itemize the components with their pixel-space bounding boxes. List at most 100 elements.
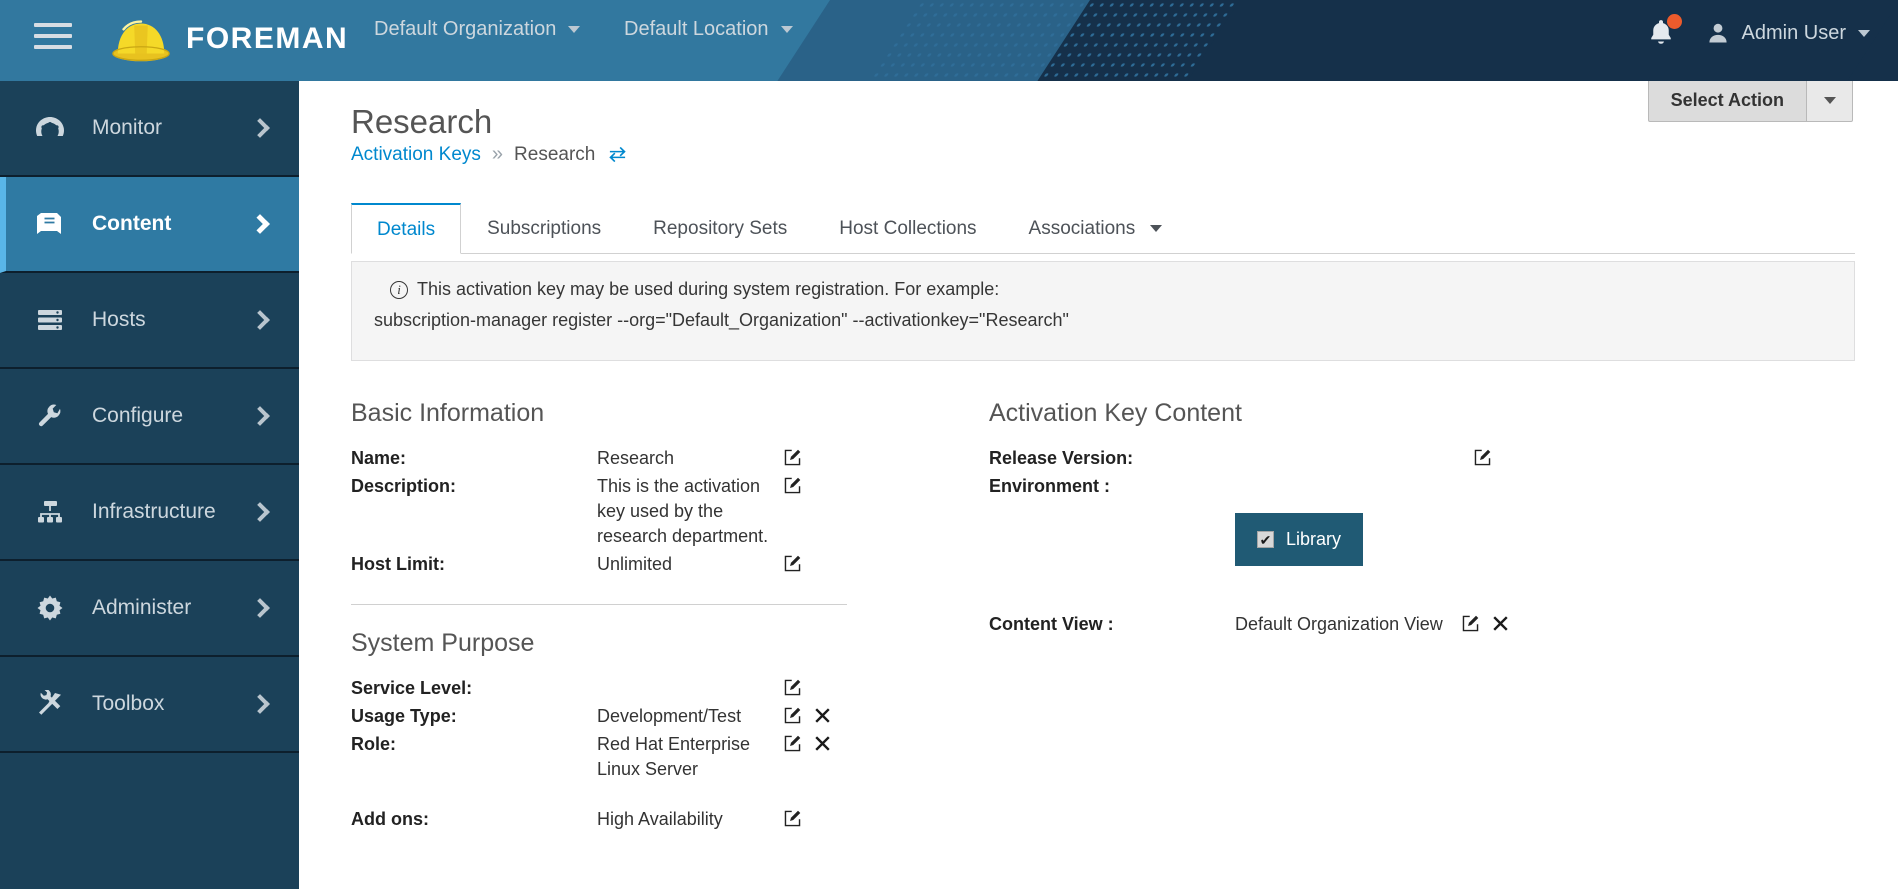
chevron-right-icon — [250, 310, 270, 330]
field-row-description: Description: This is the activation key … — [351, 474, 971, 549]
tab-associations[interactable]: Associations — [1003, 203, 1188, 254]
foreman-hardhat-logo-icon — [112, 20, 170, 62]
user-avatar-icon — [1708, 23, 1727, 43]
edit-pencil-icon[interactable] — [783, 448, 802, 467]
field-label: Content View : — [989, 614, 1114, 634]
field-label: Add ons: — [351, 809, 429, 829]
masthead-tools: Admin User — [1646, 14, 1870, 50]
chevron-right-icon — [250, 118, 270, 138]
field-value: Development/Test — [597, 706, 742, 726]
remove-x-icon[interactable] — [814, 735, 831, 752]
field-actions — [783, 732, 831, 753]
activation-key-content-heading: Activation Key Content — [989, 399, 1242, 427]
registration-info-alert: i This activation key may be used during… — [351, 261, 1855, 361]
field-label: Release Version: — [989, 448, 1134, 468]
section-divider — [351, 604, 847, 605]
chevron-down-icon — [568, 26, 581, 33]
edit-pencil-icon[interactable] — [783, 734, 802, 753]
sidebar-item-toolbox[interactable]: Toolbox — [0, 657, 299, 753]
location-switcher[interactable]: Default Location — [624, 18, 793, 41]
edit-pencil-icon[interactable] — [783, 476, 802, 495]
field-label: Usage Type: — [351, 706, 457, 726]
location-label: Default Location — [624, 18, 769, 40]
sidebar-item-label: Content — [92, 212, 172, 235]
exchange-icon[interactable] — [608, 145, 627, 164]
detail-tabs: Details Subscriptions Repository Sets Ho… — [351, 203, 1855, 254]
alert-text-line2: subscription-manager register --org="Def… — [374, 310, 1069, 330]
tab-host-collections[interactable]: Host Collections — [813, 203, 1002, 254]
chevron-down-icon — [780, 26, 793, 33]
breadcrumb-link-activation-keys[interactable]: Activation Keys — [351, 144, 481, 166]
field-row-content-view: Content View : Default Organization View — [989, 612, 1709, 637]
page-title: Research — [351, 103, 493, 141]
field-actions — [1473, 446, 1492, 467]
checkbox-checked-icon: ✔ — [1257, 531, 1274, 548]
remove-x-icon[interactable] — [1492, 615, 1509, 632]
select-action-button[interactable]: Select Action — [1647, 81, 1807, 122]
select-action-split-button: Select Action — [1647, 81, 1853, 122]
environment-path-selector: ✔ Library — [1235, 513, 1709, 566]
alert-text-line1: This activation key may be used during s… — [417, 279, 1000, 299]
field-row-release-version: Release Version: — [989, 446, 1709, 471]
edit-pencil-icon[interactable] — [783, 678, 802, 697]
hamburger-menu-icon[interactable] — [34, 23, 72, 53]
sidebar-item-infrastructure[interactable]: Infrastructure — [0, 465, 299, 561]
masthead: FOREMAN Default Organization Default Loc… — [0, 0, 1898, 81]
field-label: Name: — [351, 448, 407, 468]
edit-pencil-icon[interactable] — [1461, 614, 1480, 633]
breadcrumb: Activation Keys » Research — [351, 143, 627, 166]
chevron-down-icon — [1149, 225, 1162, 233]
wrench-icon — [30, 402, 70, 430]
field-value: Red Hat Enterprise Linux Server — [597, 734, 751, 779]
sidebar-item-label: Infrastructure — [92, 500, 216, 523]
field-row-role: Role: Red Hat Enterprise Linux Server — [351, 732, 971, 782]
book-icon — [30, 210, 70, 238]
main-content: Research Select Action Activation Keys »… — [299, 81, 1898, 889]
remove-x-icon[interactable] — [814, 707, 831, 724]
tab-repository-sets[interactable]: Repository Sets — [627, 203, 813, 254]
field-row-host-limit: Host Limit: Unlimited — [351, 552, 971, 577]
sidebar-item-administer[interactable]: Administer — [0, 561, 299, 657]
chevron-right-icon — [250, 502, 270, 522]
main-sidebar: Monitor Content Hosts Configure Infrastr… — [0, 81, 299, 889]
field-actions — [783, 446, 802, 467]
sidebar-item-content[interactable]: Content — [0, 177, 299, 273]
hamburger-bar — [34, 45, 72, 49]
user-name: Admin User — [1741, 21, 1846, 44]
environment-chip-library[interactable]: ✔ Library — [1235, 513, 1364, 566]
notifications-button[interactable] — [1646, 14, 1682, 50]
edit-pencil-icon[interactable] — [783, 554, 802, 573]
tab-label: Repository Sets — [653, 218, 788, 239]
edit-pencil-icon[interactable] — [783, 706, 802, 725]
field-actions — [783, 552, 802, 573]
sidebar-item-configure[interactable]: Configure — [0, 369, 299, 465]
tab-label: Host Collections — [839, 218, 977, 239]
tools-icon — [30, 690, 70, 718]
sidebar-item-hosts[interactable]: Hosts — [0, 273, 299, 369]
user-menu[interactable]: Admin User — [1706, 20, 1870, 46]
dashboard-icon — [30, 115, 70, 141]
field-row-service-level: Service Level: — [351, 676, 971, 701]
field-label: Environment : — [989, 476, 1111, 496]
organization-switcher[interactable]: Default Organization — [374, 18, 581, 41]
brand-name: FOREMAN — [186, 22, 349, 55]
tab-details[interactable]: Details — [351, 203, 462, 254]
brand-logo-link[interactable]: FOREMAN — [110, 8, 348, 70]
right-detail-column: Activation Key Content Release Version: … — [989, 399, 1709, 637]
chevron-right-icon — [250, 598, 270, 618]
field-value: Default Organization View — [1235, 614, 1443, 634]
sitemap-icon — [30, 498, 70, 526]
environment-chip-label: Library — [1286, 529, 1342, 549]
field-label: Host Limit: — [351, 554, 445, 574]
chevron-right-icon — [250, 214, 270, 234]
hamburger-bar — [34, 23, 72, 27]
select-action-dropdown-toggle[interactable] — [1807, 81, 1853, 122]
sidebar-item-monitor[interactable]: Monitor — [0, 81, 299, 177]
edit-pencil-icon[interactable] — [1473, 448, 1492, 467]
field-value: High Availability — [597, 809, 723, 829]
field-value: Unlimited — [597, 554, 673, 574]
field-row-usage-type: Usage Type: Development/Test — [351, 704, 971, 729]
tab-subscriptions[interactable]: Subscriptions — [461, 203, 627, 254]
field-row-name: Name: Research — [351, 446, 971, 471]
edit-pencil-icon[interactable] — [783, 809, 802, 828]
